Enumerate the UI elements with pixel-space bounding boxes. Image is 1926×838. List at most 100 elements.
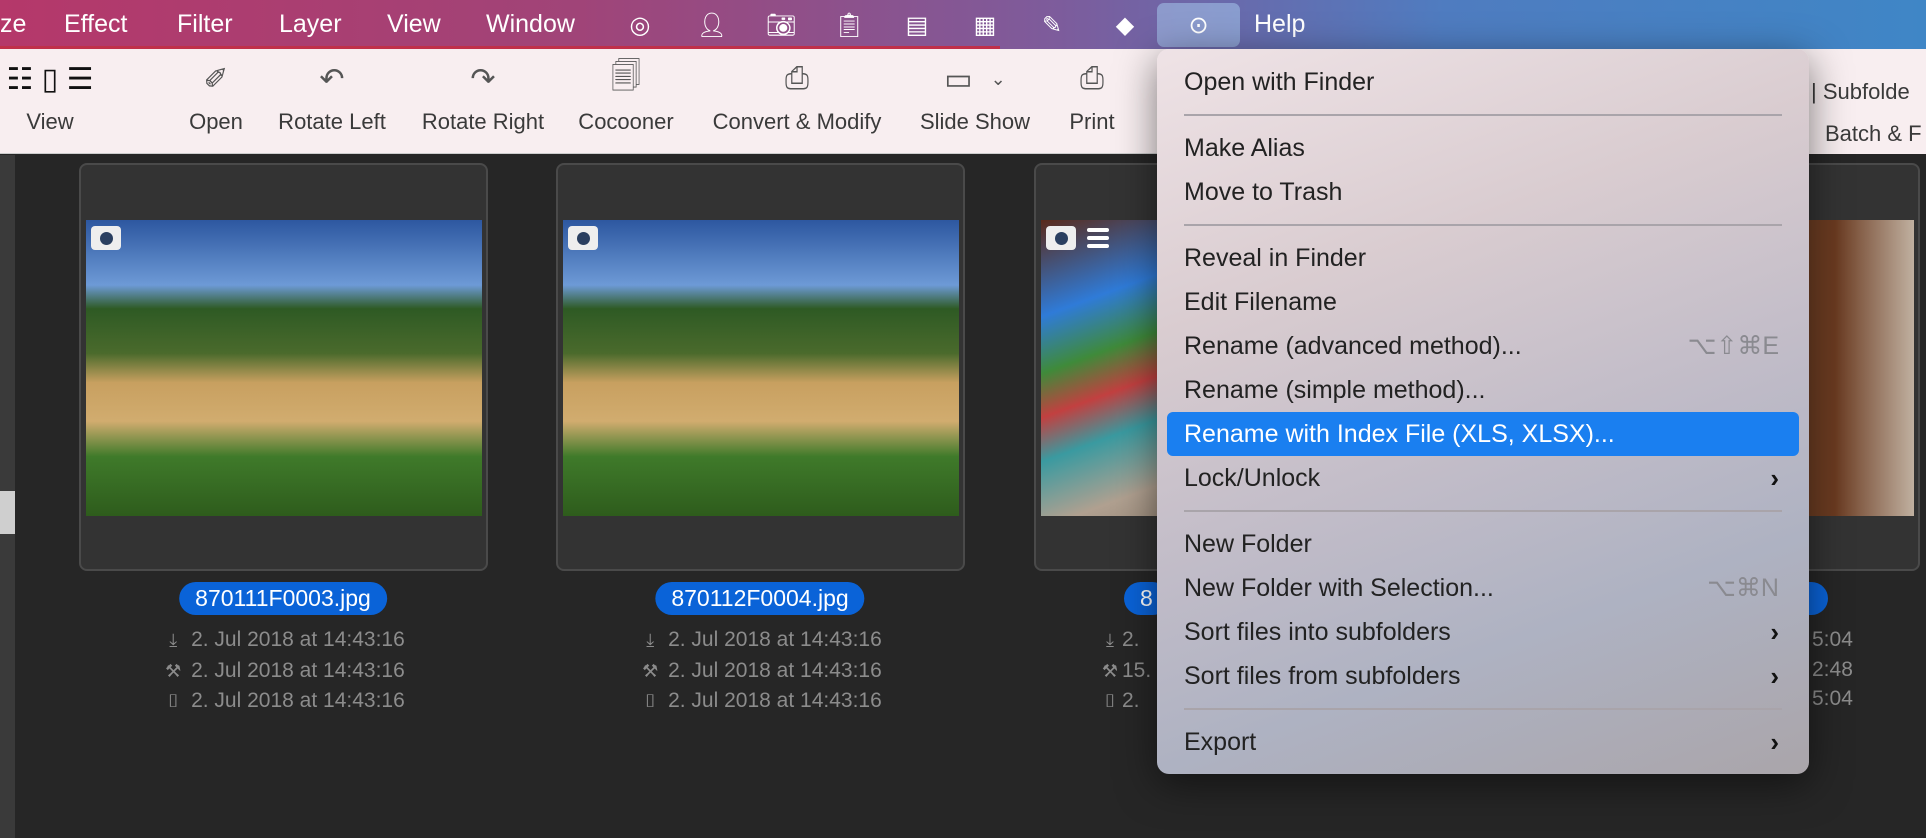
- shortcut: ⌥⇧⌘E: [1687, 332, 1779, 360]
- download-icon: ⤓: [169, 630, 178, 650]
- slide-show-button[interactable]: ▭ ⌄ Slide Show: [920, 49, 1030, 154]
- sidebar-scrollbar[interactable]: [0, 155, 15, 838]
- clipboard-icon[interactable]: 📋︎: [832, 8, 866, 42]
- separator: [1184, 214, 1782, 236]
- file-dates: 5:04 2:48 5:04: [1812, 625, 1853, 714]
- menu-item-reveal-in-finder[interactable]: Reveal in Finder: [1167, 236, 1799, 280]
- menu-effect[interactable]: Effect: [64, 10, 127, 39]
- date-modified: 15.: [1122, 658, 1152, 682]
- view-button[interactable]: ☷ ▯ ☰ View: [7, 49, 94, 154]
- cocooner-icon: 🗐︎: [611, 59, 641, 93]
- shortcut: ⌥⌘N: [1707, 574, 1779, 602]
- camera-icon: ⌷: [167, 691, 179, 711]
- chevron-down-icon[interactable]: ⌄: [991, 69, 1006, 90]
- menu-item-rename-simple[interactable]: Rename (simple method)...: [1167, 368, 1799, 412]
- slideshow-icon: ▭ ⌄: [944, 62, 1006, 96]
- chevron-right-icon: ›: [1770, 463, 1779, 493]
- menu-item-export[interactable]: Export ›: [1167, 720, 1799, 764]
- cocooner-button[interactable]: 🗐︎ Cocooner: [578, 49, 673, 154]
- calendar-icon[interactable]: ▦: [968, 8, 1002, 42]
- label: New Folder with Selection...: [1184, 574, 1494, 602]
- open-button[interactable]: ✐ Open: [189, 49, 243, 154]
- file-dates: ⤓ 2. Jul 2018 at 14:43:16 ⚒ 2. Jul 2018 …: [638, 625, 882, 717]
- menu-item-lock-unlock[interactable]: Lock/Unlock ›: [1167, 456, 1799, 500]
- menu-item-rename-index-file[interactable]: Rename with Index File (XLS, XLSX)...: [1167, 412, 1799, 456]
- label: Reveal in Finder: [1184, 244, 1367, 272]
- label: Make Alias: [1184, 134, 1305, 162]
- menu-item-sort-from-subfolders[interactable]: Sort files from subfolders ›: [1167, 654, 1799, 698]
- date-added: 5:04: [1812, 628, 1853, 651]
- camera-icon[interactable]: 📷︎: [764, 8, 798, 42]
- menu-size[interactable]: ze: [0, 10, 26, 39]
- camera-icon: [568, 226, 598, 250]
- date-added: 2. Jul 2018 at 14:43:16: [191, 628, 405, 651]
- label: Edit Filename: [1184, 288, 1337, 316]
- box-icon[interactable]: ▤: [900, 8, 934, 42]
- date-added: 2.: [1122, 628, 1140, 651]
- camera-icon: [91, 226, 121, 250]
- date-taken: 2. Jul 2018 at 14:43:16: [668, 689, 882, 712]
- label: Rename with Index File (XLS, XLSX)...: [1184, 420, 1615, 448]
- menu-item-move-to-trash[interactable]: Move to Trash: [1167, 170, 1799, 214]
- date-modified: 2:48: [1812, 657, 1853, 681]
- label: Sort files into subfolders: [1184, 618, 1451, 646]
- target-icon[interactable]: ◎: [623, 8, 657, 42]
- rotate-right-button[interactable]: ↷ Rotate Right: [422, 49, 544, 154]
- subfolders-toggle[interactable]: | Subfolde: [1811, 79, 1910, 105]
- convert-label: Convert & Modify: [712, 109, 882, 134]
- scroll-thumb[interactable]: [0, 491, 15, 534]
- rotate-right-icon: ↷: [470, 62, 496, 96]
- chevron-right-icon: ›: [1770, 617, 1779, 647]
- print-label: Print: [1069, 109, 1115, 134]
- thumbnail-card[interactable]: [556, 163, 965, 571]
- pin-icon[interactable]: ✎: [1035, 8, 1069, 42]
- open-icon: ✐: [203, 62, 229, 96]
- file-dates: ⤓ 2. ⚒ 15. ⌷ 2.: [1098, 625, 1151, 717]
- menu-window[interactable]: Window: [486, 10, 575, 39]
- date-taken: 5:04: [1812, 687, 1853, 710]
- file-dates: ⤓ 2. Jul 2018 at 14:43:16 ⚒ 2. Jul 2018 …: [161, 625, 405, 717]
- filename-label[interactable]: 870111F0003.jpg: [179, 582, 387, 615]
- ellipsis-circle-icon[interactable]: ⊙: [1157, 3, 1240, 47]
- camera-icon: ⌷: [644, 691, 656, 711]
- batch-button[interactable]: Batch & F: [1825, 121, 1922, 147]
- menu-item-new-folder[interactable]: New Folder: [1167, 522, 1799, 566]
- menu-view[interactable]: View: [387, 10, 441, 39]
- menu-item-open-with-finder[interactable]: Open with Finder: [1167, 60, 1799, 104]
- photo-thumbnail: [86, 220, 482, 516]
- label: Open with Finder: [1184, 68, 1375, 96]
- photo-thumbnail: [563, 220, 959, 516]
- menu-help[interactable]: Help: [1254, 10, 1305, 39]
- hammer-icon: ⚒: [642, 660, 659, 681]
- menu-item-new-folder-selection[interactable]: New Folder with Selection... ⌥⌘N: [1167, 566, 1799, 610]
- tag-icon[interactable]: ◆: [1108, 8, 1142, 42]
- convert-modify-button[interactable]: ⎙ Convert & Modify: [713, 49, 882, 154]
- slideshow-label: Slide Show: [919, 109, 1031, 134]
- separator: [1184, 500, 1782, 522]
- filename-label[interactable]: 870112F0004.jpg: [655, 582, 865, 615]
- thumbnail-card[interactable]: [79, 163, 488, 571]
- menu-item-sort-into-subfolders[interactable]: Sort files into subfolders ›: [1167, 610, 1799, 654]
- menu-layer[interactable]: Layer: [279, 10, 342, 39]
- menu-item-rename-advanced[interactable]: Rename (advanced method)... ⌥⇧⌘E: [1167, 324, 1799, 368]
- chevron-right-icon: ›: [1770, 727, 1779, 757]
- date-taken: 2.: [1122, 689, 1140, 712]
- open-label: Open: [189, 109, 243, 134]
- person-icon[interactable]: 👤︎: [695, 8, 729, 42]
- menu-filter[interactable]: Filter: [177, 10, 233, 39]
- view-mode-icon: ☷ ▯ ☰: [6, 62, 94, 96]
- date-taken: 2. Jul 2018 at 14:43:16: [191, 689, 405, 712]
- menu-item-make-alias[interactable]: Make Alias: [1167, 126, 1799, 170]
- print-button[interactable]: ⎙ Print: [1069, 49, 1114, 154]
- label: Move to Trash: [1184, 178, 1343, 206]
- rotate-left-label: Rotate Left: [278, 109, 386, 134]
- camera-icon: ⌷: [1104, 691, 1116, 711]
- menu-item-edit-filename[interactable]: Edit Filename: [1167, 280, 1799, 324]
- label: Rename (simple method)...: [1184, 376, 1486, 404]
- toolbar-overflow: | Subfolde Batch & F: [1809, 49, 1926, 154]
- date-added: 2. Jul 2018 at 14:43:16: [668, 628, 882, 651]
- date-modified: 2. Jul 2018 at 14:43:16: [191, 658, 405, 682]
- download-icon: ⤓: [646, 630, 655, 650]
- label: New Folder: [1184, 530, 1312, 558]
- rotate-left-button[interactable]: ↶ Rotate Left: [278, 49, 386, 154]
